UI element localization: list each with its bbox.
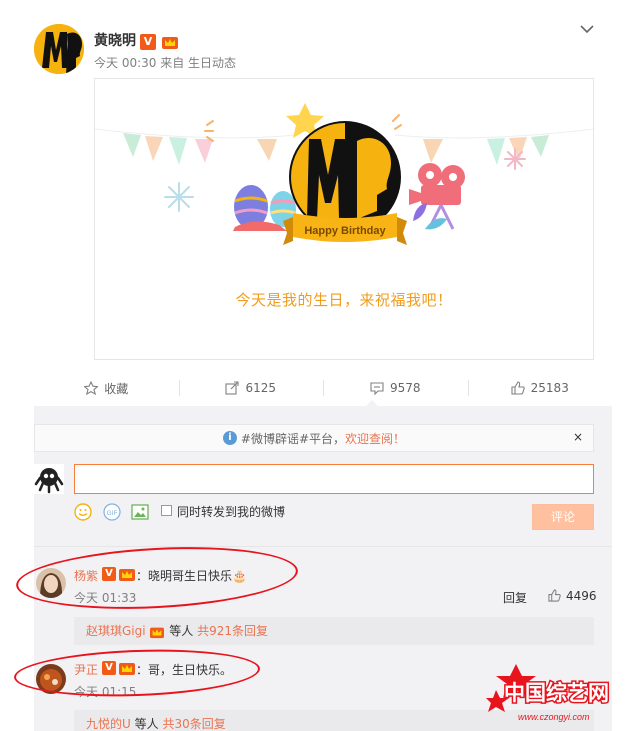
member-crown-icon <box>150 627 165 638</box>
comment-button[interactable]: 9578 <box>323 370 468 406</box>
star-icon <box>84 381 99 395</box>
current-user-avatar[interactable] <box>34 464 64 494</box>
reply-summary[interactable]: 赵琪琪Gigi 等人 共921条回复 <box>74 617 594 645</box>
comment-input[interactable] <box>74 464 594 494</box>
repost-checkbox-label: 同时转发到我的微博 <box>177 505 286 519</box>
emoji-icon[interactable] <box>74 503 92 521</box>
action-bar: 收藏 6125 9578 25183 <box>34 370 612 406</box>
favorite-button[interactable]: 收藏 <box>34 370 179 406</box>
reply-button[interactable]: 回复 <box>503 589 527 606</box>
verified-badge: V <box>140 33 156 50</box>
birthday-card[interactable]: Happy Birthday 今天是我的生日，来祝福我吧！ <box>94 78 596 360</box>
notice-link[interactable]: 欢迎查阅！ <box>345 430 405 447</box>
author-name[interactable]: 黄晓明 <box>94 30 136 50</box>
repost-icon <box>225 381 240 395</box>
favorite-label: 收藏 <box>104 381 129 396</box>
member-crown-icon <box>162 36 179 49</box>
like-button[interactable]: 25183 <box>467 370 613 406</box>
notice-text: #微博辟谣#平台， <box>240 431 346 446</box>
reply-middle: 等人 <box>134 717 159 731</box>
repost-count: 6125 <box>245 381 277 395</box>
divider <box>34 546 612 547</box>
reply-count[interactable]: 共921条回复 <box>197 624 268 638</box>
thumbs-up-icon[interactable] <box>548 589 561 602</box>
info-icon: i <box>222 431 237 445</box>
comment-count: 9578 <box>389 381 421 395</box>
reply-user[interactable]: 赵琪琪Gigi <box>86 624 146 638</box>
birthday-illustration: Happy Birthday <box>94 103 596 245</box>
comment-like-count: 4496 <box>566 589 597 603</box>
reply-middle: 等人 <box>169 624 194 638</box>
happy-birthday-label: Happy Birthday <box>304 225 386 237</box>
reply-count[interactable]: 共30条回复 <box>162 717 225 731</box>
site-watermark: 中国综艺网 www.czongyi.com <box>486 664 611 722</box>
image-icon[interactable] <box>131 503 149 521</box>
svg-text:GIF: GIF <box>107 510 118 517</box>
watermark-url: www.czongyi.com <box>518 712 590 722</box>
post-time-source: 今天 00:30 来自 生日动态 <box>94 56 237 70</box>
notice-close-button[interactable]: × <box>573 430 583 444</box>
chevron-down-icon[interactable] <box>578 20 596 38</box>
reply-user[interactable]: 九悦的U <box>86 717 131 731</box>
repost-button[interactable]: 6125 <box>178 370 324 406</box>
birthday-message: 今天是我的生日，来祝福我吧！ <box>235 291 453 309</box>
gif-icon[interactable]: GIF <box>103 503 121 521</box>
submit-comment-button[interactable]: 评论 <box>532 504 594 530</box>
watermark-title: 中国综艺网 <box>504 681 609 705</box>
thumbs-up-icon <box>511 381 525 395</box>
author-avatar[interactable] <box>34 24 84 74</box>
rumor-notice: i #微博辟谣#平台， 欢迎查阅！ × <box>34 424 594 452</box>
comment-icon <box>370 382 384 395</box>
repost-checkbox[interactable] <box>161 505 172 516</box>
like-count: 25183 <box>530 381 569 395</box>
